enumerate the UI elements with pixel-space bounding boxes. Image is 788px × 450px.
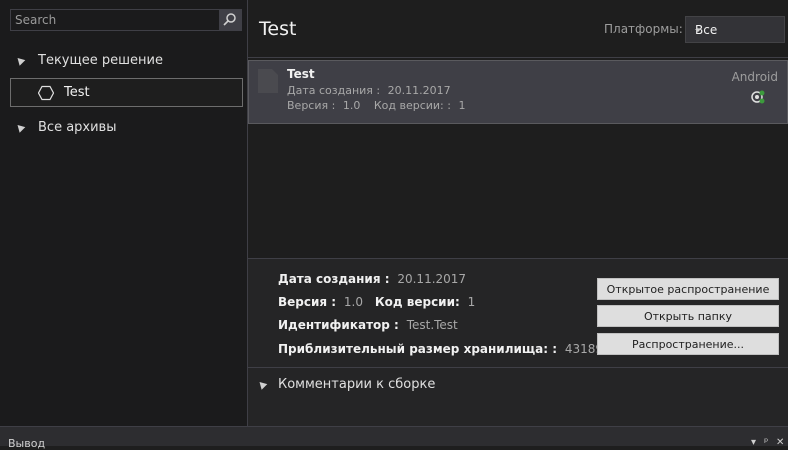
build-comments-label: Комментарии к сборке (278, 377, 436, 392)
tree-item-test[interactable]: Test (10, 78, 243, 107)
search-icon[interactable] (219, 10, 241, 30)
distribute-button[interactable]: Распространение... (597, 333, 779, 355)
pin-icon[interactable]: ᵖ (764, 437, 768, 448)
archive-name: Test (287, 67, 315, 81)
chevron-down-icon (695, 29, 701, 32)
archive-details-panel: Дата создания : 20.11.2017 Версия : 1.0 … (248, 259, 788, 367)
build-comments-section: Комментарии к сборке (248, 368, 788, 426)
detail-identifier: Идентификатор : Test.Test (278, 318, 458, 332)
page-title: Test (259, 18, 297, 40)
hexagon-icon (38, 85, 54, 101)
expand-arrow-icon[interactable] (14, 121, 26, 133)
search-box[interactable] (10, 9, 242, 31)
detail-created-label: Дата создания : (278, 272, 390, 286)
archive-platform: Android (731, 70, 778, 84)
output-panel-label: Вывод (8, 437, 46, 450)
detail-identifier-value: Test.Test (406, 318, 458, 332)
archive-version-value: 1.0 (342, 99, 361, 112)
expand-arrow-icon[interactable] (14, 54, 26, 66)
detail-size: Приблизительный размер хранилища: : 4318… (278, 342, 618, 356)
tree-item-all-archives[interactable]: Все архивы (0, 117, 116, 137)
archive-manager-main: Test Платформы: Все Test Дата создания :… (248, 0, 788, 426)
output-panel-tab[interactable]: Вывод ▾ ᵖ ✕ (0, 426, 788, 450)
detail-created: Дата создания : 20.11.2017 (278, 272, 466, 286)
archive-version: Версия : 1.0 Код версии: : 1 (287, 99, 465, 112)
archive-created: Дата создания : 20.11.2017 (287, 84, 451, 97)
archive-version-code-label: Код версии: : (373, 99, 451, 112)
archive-created-label: Дата создания : (287, 84, 381, 97)
close-icon[interactable]: ✕ (776, 437, 784, 448)
tree-item-all-archives-label: Все архивы (38, 119, 117, 135)
archive-created-value: 20.11.2017 (387, 84, 451, 97)
panel-menu-icon[interactable]: ▾ (751, 437, 756, 448)
detail-created-value: 20.11.2017 (397, 272, 467, 286)
detail-version-code-label: Код версии: (374, 295, 460, 309)
archives-sidebar: Текущее решение Test Все архивы (0, 0, 248, 426)
detail-version-code-value: 1 (467, 295, 476, 309)
divider (248, 57, 788, 58)
platforms-label: Платформы: (604, 22, 683, 36)
detail-identifier-label: Идентификатор : (278, 318, 399, 332)
android-icon (750, 89, 766, 105)
archive-list-item[interactable]: Test Дата создания : 20.11.2017 Версия :… (248, 60, 788, 124)
archive-version-code-value: 1 (458, 99, 466, 112)
detail-version: Версия : 1.0 Код версии: 1 (278, 295, 475, 309)
detail-version-label: Версия : (278, 295, 337, 309)
platforms-dropdown[interactable]: Все (685, 16, 785, 43)
tree-item-test-label: Test (64, 85, 90, 100)
build-comments-header[interactable]: Комментарии к сборке (256, 377, 436, 392)
detail-version-value: 1.0 (343, 295, 363, 309)
detail-size-label: Приблизительный размер хранилища: : (278, 342, 558, 356)
expand-arrow-icon[interactable] (256, 379, 268, 390)
search-input[interactable] (15, 12, 215, 28)
tree-item-current-solution[interactable]: Текущее решение (0, 50, 163, 70)
archive-file-icon (258, 69, 278, 93)
tree-item-current-solution-label: Текущее решение (38, 52, 163, 68)
archive-version-label: Версия : (287, 99, 336, 112)
open-folder-button[interactable]: Открыть папку (597, 305, 779, 327)
ad-hoc-distribution-button[interactable]: Открытое распространение (597, 278, 779, 300)
